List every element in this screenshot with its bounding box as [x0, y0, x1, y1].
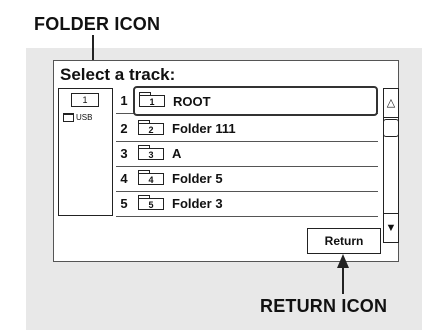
folder-icon-number: 5 [148, 199, 154, 210]
folder-icon-number: 4 [148, 174, 154, 185]
folder-icon-number: 3 [148, 149, 154, 160]
up-folder-icon[interactable]: 1 [71, 93, 99, 107]
track-number: 2 [120, 121, 128, 136]
track-cell[interactable]: 3 A [134, 141, 378, 166]
screen-title: Select a track: [60, 65, 178, 85]
track-label: Folder 111 [172, 121, 236, 136]
track-row[interactable]: 4 4 Folder 5 [116, 166, 378, 192]
usb-label: USB [76, 113, 93, 122]
track-label: Folder 5 [172, 171, 223, 186]
folder-icon: 3 [138, 144, 164, 160]
scroll-down-icon[interactable]: ▼ [383, 213, 399, 243]
track-row[interactable]: 3 3 A [116, 141, 378, 167]
track-select-screen: Select a track: 1 USB 1 1 ROOT 2 2 Folde… [53, 60, 399, 262]
folder-icon: 1 [139, 92, 165, 107]
track-number: 1 [120, 93, 128, 108]
track-cell[interactable]: 2 Folder 111 [134, 116, 378, 141]
track-label: ROOT [173, 93, 211, 109]
return-callout-arrow [337, 254, 349, 268]
folder-icon: 5 [138, 194, 164, 210]
folder-icon-number: 1 [149, 97, 155, 107]
track-number: 4 [120, 171, 128, 186]
track-number: 5 [120, 196, 128, 211]
folder-sidebar: 1 USB [58, 88, 113, 216]
track-cell[interactable]: 5 Folder 3 [134, 191, 378, 216]
track-cell[interactable]: 4 Folder 5 [134, 166, 378, 191]
track-number: 3 [120, 146, 128, 161]
track-row[interactable]: 5 5 Folder 3 [116, 191, 378, 217]
return-icon-callout: RETURN ICON [260, 296, 388, 316]
track-row[interactable]: 2 2 Folder 111 [116, 116, 378, 142]
track-label: A [172, 146, 182, 161]
usb-source[interactable]: USB [63, 113, 92, 122]
return-callout-leader [342, 268, 344, 294]
track-label: Folder 3 [172, 196, 223, 211]
return-button[interactable]: Return [307, 228, 381, 254]
track-cell-selected[interactable]: 1 ROOT [133, 86, 378, 116]
folder-icon-callout: FOLDER ICON [34, 14, 161, 34]
track-row[interactable]: 1 1 ROOT [116, 86, 378, 116]
folder-icon: 2 [138, 119, 164, 135]
usb-icon [63, 113, 74, 122]
scrollbar-thumb[interactable] [383, 119, 399, 137]
folder-icon: 4 [138, 169, 164, 185]
folder-icon-number: 2 [148, 124, 154, 135]
scroll-up-icon[interactable]: △ [383, 88, 399, 118]
up-folder-icon-text: 1 [82, 95, 88, 105]
